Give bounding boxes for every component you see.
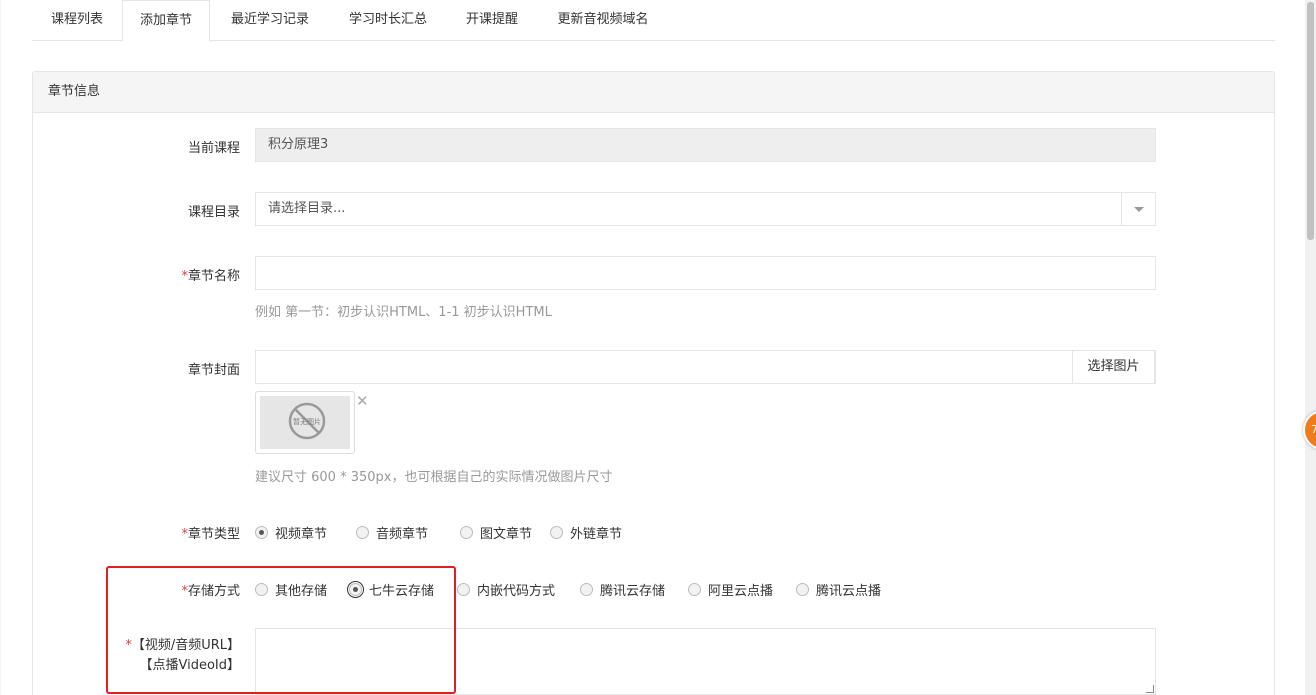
select-image-button[interactable]: 选择图片 <box>1072 350 1155 384</box>
radio-label: 内嵌代码方式 <box>477 584 556 599</box>
chapter-type-label: *章节类型 <box>181 523 240 542</box>
current-course-field: 积分原理3 <box>255 128 1156 162</box>
tab-add-chapter[interactable]: 添加章节 <box>122 0 210 42</box>
cover-thumbnail: 暂无图片 <box>255 391 355 454</box>
radio-aliyun-vod[interactable]: 阿里云点播 <box>688 580 773 599</box>
chapter-name-input[interactable] <box>255 256 1156 290</box>
radio-circle-icon[interactable] <box>460 526 473 539</box>
tab-update-media-domain[interactable]: 更新音视频域名 <box>538 0 668 41</box>
radio-circle-icon[interactable] <box>580 583 593 596</box>
catalog-select[interactable]: 请选择目录... <box>255 192 1156 226</box>
chapter-type-label-text: 章节类型 <box>187 527 240 542</box>
panel-title: 章节信息 <box>33 72 1274 113</box>
radio-tencent-storage[interactable]: 腾讯云存储 <box>580 580 665 599</box>
page: 课程列表 添加章节 最近学习记录 学习时长汇总 开课提醒 更新音视频域名 章节信… <box>0 0 1316 695</box>
close-icon[interactable]: ✕ <box>356 394 369 409</box>
radio-circle-icon[interactable] <box>796 583 809 596</box>
tab-course-reminder[interactable]: 开课提醒 <box>446 0 538 41</box>
radio-external-chapter[interactable]: 外链章节 <box>550 523 622 542</box>
no-image-icon: 暂无图片 <box>288 402 326 440</box>
radio-audio-chapter[interactable]: 音频章节 <box>356 523 428 542</box>
cover-input[interactable]: 选择图片 <box>255 350 1156 384</box>
radio-label: 阿里云点播 <box>708 584 774 599</box>
radio-circle-icon[interactable] <box>688 583 701 596</box>
cover-help: 建议尺寸 600 * 350px，也可根据自己的实际情况做图片尺寸 <box>255 470 613 485</box>
scrollbar[interactable] <box>1305 0 1316 695</box>
chapter-name-help: 例如 第一节：初步认识HTML、1-1 初步认识HTML <box>255 305 552 320</box>
tab-course-list[interactable]: 课程列表 <box>32 0 122 41</box>
scrollbar-thumb[interactable] <box>1307 2 1314 240</box>
radio-label: 腾讯云存储 <box>600 584 666 599</box>
radio-circle-icon[interactable] <box>457 583 470 596</box>
tab-study-duration[interactable]: 学习时长汇总 <box>330 0 446 41</box>
cover-label: 章节封面 <box>187 363 240 378</box>
resize-handle-icon[interactable] <box>1146 685 1154 693</box>
catalog-label: 课程目录 <box>187 205 240 220</box>
radio-circle-icon[interactable] <box>356 526 369 539</box>
radio-article-chapter[interactable]: 图文章节 <box>460 523 532 542</box>
radio-video-chapter[interactable]: 视频章节 <box>255 523 327 542</box>
radio-embed-code[interactable]: 内嵌代码方式 <box>457 580 555 599</box>
radio-label: 图文章节 <box>480 527 533 542</box>
left-edge <box>0 0 1 695</box>
radio-tencent-vod[interactable]: 腾讯云点播 <box>796 580 881 599</box>
chapter-name-label: *章节名称 <box>181 265 240 284</box>
catalog-placeholder: 请选择目录... <box>268 201 346 216</box>
no-image-text: 暂无图片 <box>293 417 321 426</box>
radio-label: 音频章节 <box>376 527 429 542</box>
radio-label: 视频章节 <box>275 527 328 542</box>
radio-label: 外链章节 <box>570 527 623 542</box>
chapter-name-label-text: 章节名称 <box>187 269 240 284</box>
tab-bar: 课程列表 添加章节 最近学习记录 学习时长汇总 开课提醒 更新音视频域名 <box>32 0 1275 42</box>
chevron-down-icon[interactable] <box>1121 193 1155 225</box>
current-course-label: 当前课程 <box>187 141 240 156</box>
highlight-annotation <box>106 566 456 694</box>
no-image-placeholder: 暂无图片 <box>260 396 350 449</box>
tab-recent-records[interactable]: 最近学习记录 <box>210 0 330 41</box>
radio-circle-icon[interactable] <box>255 526 268 539</box>
radio-circle-icon[interactable] <box>550 526 563 539</box>
radio-label: 腾讯云点播 <box>816 584 882 599</box>
